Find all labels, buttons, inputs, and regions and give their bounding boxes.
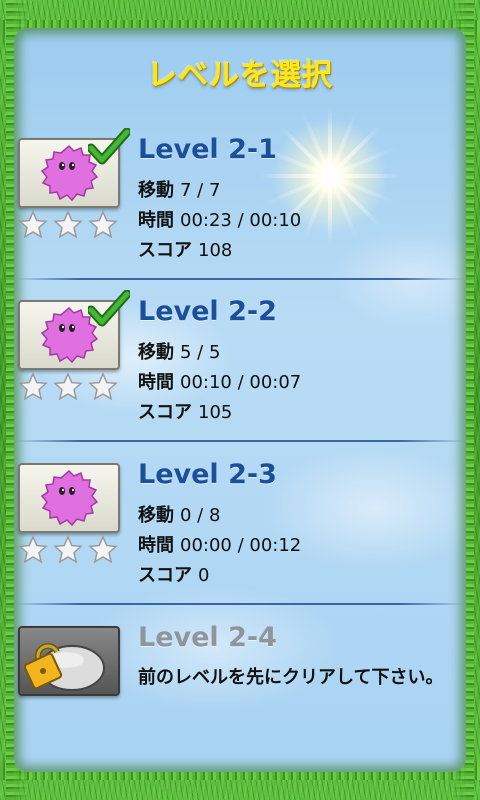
level-thumbnail[interactable] — [18, 290, 130, 370]
star-icon — [53, 210, 83, 239]
star-icon — [18, 372, 48, 401]
time-label: 時間 — [138, 535, 174, 556]
pink-blob-icon — [40, 469, 99, 527]
star-icon — [88, 372, 118, 401]
time-label: 時間 — [138, 210, 174, 231]
star-icon — [18, 210, 48, 239]
time-stat: 時間 00:10 / 00:07 — [138, 368, 301, 394]
moves-label: 移動 — [138, 505, 174, 526]
star-icon — [88, 210, 118, 239]
score-label: スコア — [138, 565, 192, 586]
star-icon — [53, 535, 83, 564]
time-value: 00:23 / 00:10 — [180, 210, 302, 231]
page-title: レベルを選択 — [147, 58, 333, 93]
moves-label: 移動 — [138, 180, 174, 201]
time-value: 00:00 / 00:12 — [180, 535, 302, 556]
score-label: スコア — [138, 240, 192, 261]
row-divider — [14, 603, 466, 605]
time-stat: 時間 00:00 / 00:12 — [138, 531, 301, 557]
level-thumbnail[interactable] — [18, 128, 130, 208]
row-divider — [14, 440, 466, 442]
level-thumbnail-locked[interactable] — [18, 626, 120, 696]
star-rating — [18, 535, 118, 565]
score-value: 105 — [198, 402, 233, 423]
level-item-2-4-locked[interactable]: Level 2-4 前のレベルを先にクリアして下さい。 — [14, 618, 466, 768]
row-divider — [14, 278, 466, 280]
locked-message: 前のレベルを先にクリアして下さい。 — [138, 667, 444, 688]
star-rating — [18, 372, 118, 402]
star-icon — [53, 372, 83, 401]
level-thumbnail[interactable] — [18, 463, 120, 533]
level-name: Level 2-4 — [138, 622, 277, 653]
checkmark-icon — [88, 128, 130, 165]
star-icon — [88, 535, 118, 564]
moves-value: 7 / 7 — [180, 180, 221, 201]
level-name: Level 2-2 — [138, 296, 277, 327]
star-rating — [18, 210, 118, 240]
checkmark-icon — [88, 290, 130, 327]
level-name: Level 2-3 — [138, 459, 277, 490]
level-item-2-3[interactable]: Level 2-3 移動 0 / 8 時間 00:00 / 00:12 スコア 0 — [14, 455, 466, 605]
score-stat: スコア 105 — [138, 398, 232, 424]
score-stat: スコア 108 — [138, 236, 232, 262]
time-label: 時間 — [138, 372, 174, 393]
moves-label: 移動 — [138, 342, 174, 363]
level-name: Level 2-1 — [138, 134, 277, 165]
padlock-icon — [23, 643, 105, 691]
moves-stat: 移動 0 / 8 — [138, 501, 220, 527]
moves-stat: 移動 7 / 7 — [138, 176, 220, 202]
star-icon — [18, 535, 48, 564]
score-stat: スコア 0 — [138, 561, 209, 587]
score-value: 0 — [198, 565, 210, 586]
moves-stat: 移動 5 / 5 — [138, 338, 220, 364]
score-label: スコア — [138, 402, 192, 423]
moves-value: 0 / 8 — [180, 505, 221, 526]
time-stat: 時間 00:23 / 00:10 — [138, 206, 301, 232]
time-value: 00:10 / 00:07 — [180, 372, 302, 393]
level-item-2-1[interactable]: Level 2-1 移動 7 / 7 時間 00:23 / 00:10 スコア 108 — [14, 128, 466, 280]
level-item-2-2[interactable]: Level 2-2 移動 5 / 5 時間 00:10 / 00:07 スコア 105 — [14, 290, 466, 442]
moves-value: 5 / 5 — [180, 342, 221, 363]
score-value: 108 — [198, 240, 233, 261]
